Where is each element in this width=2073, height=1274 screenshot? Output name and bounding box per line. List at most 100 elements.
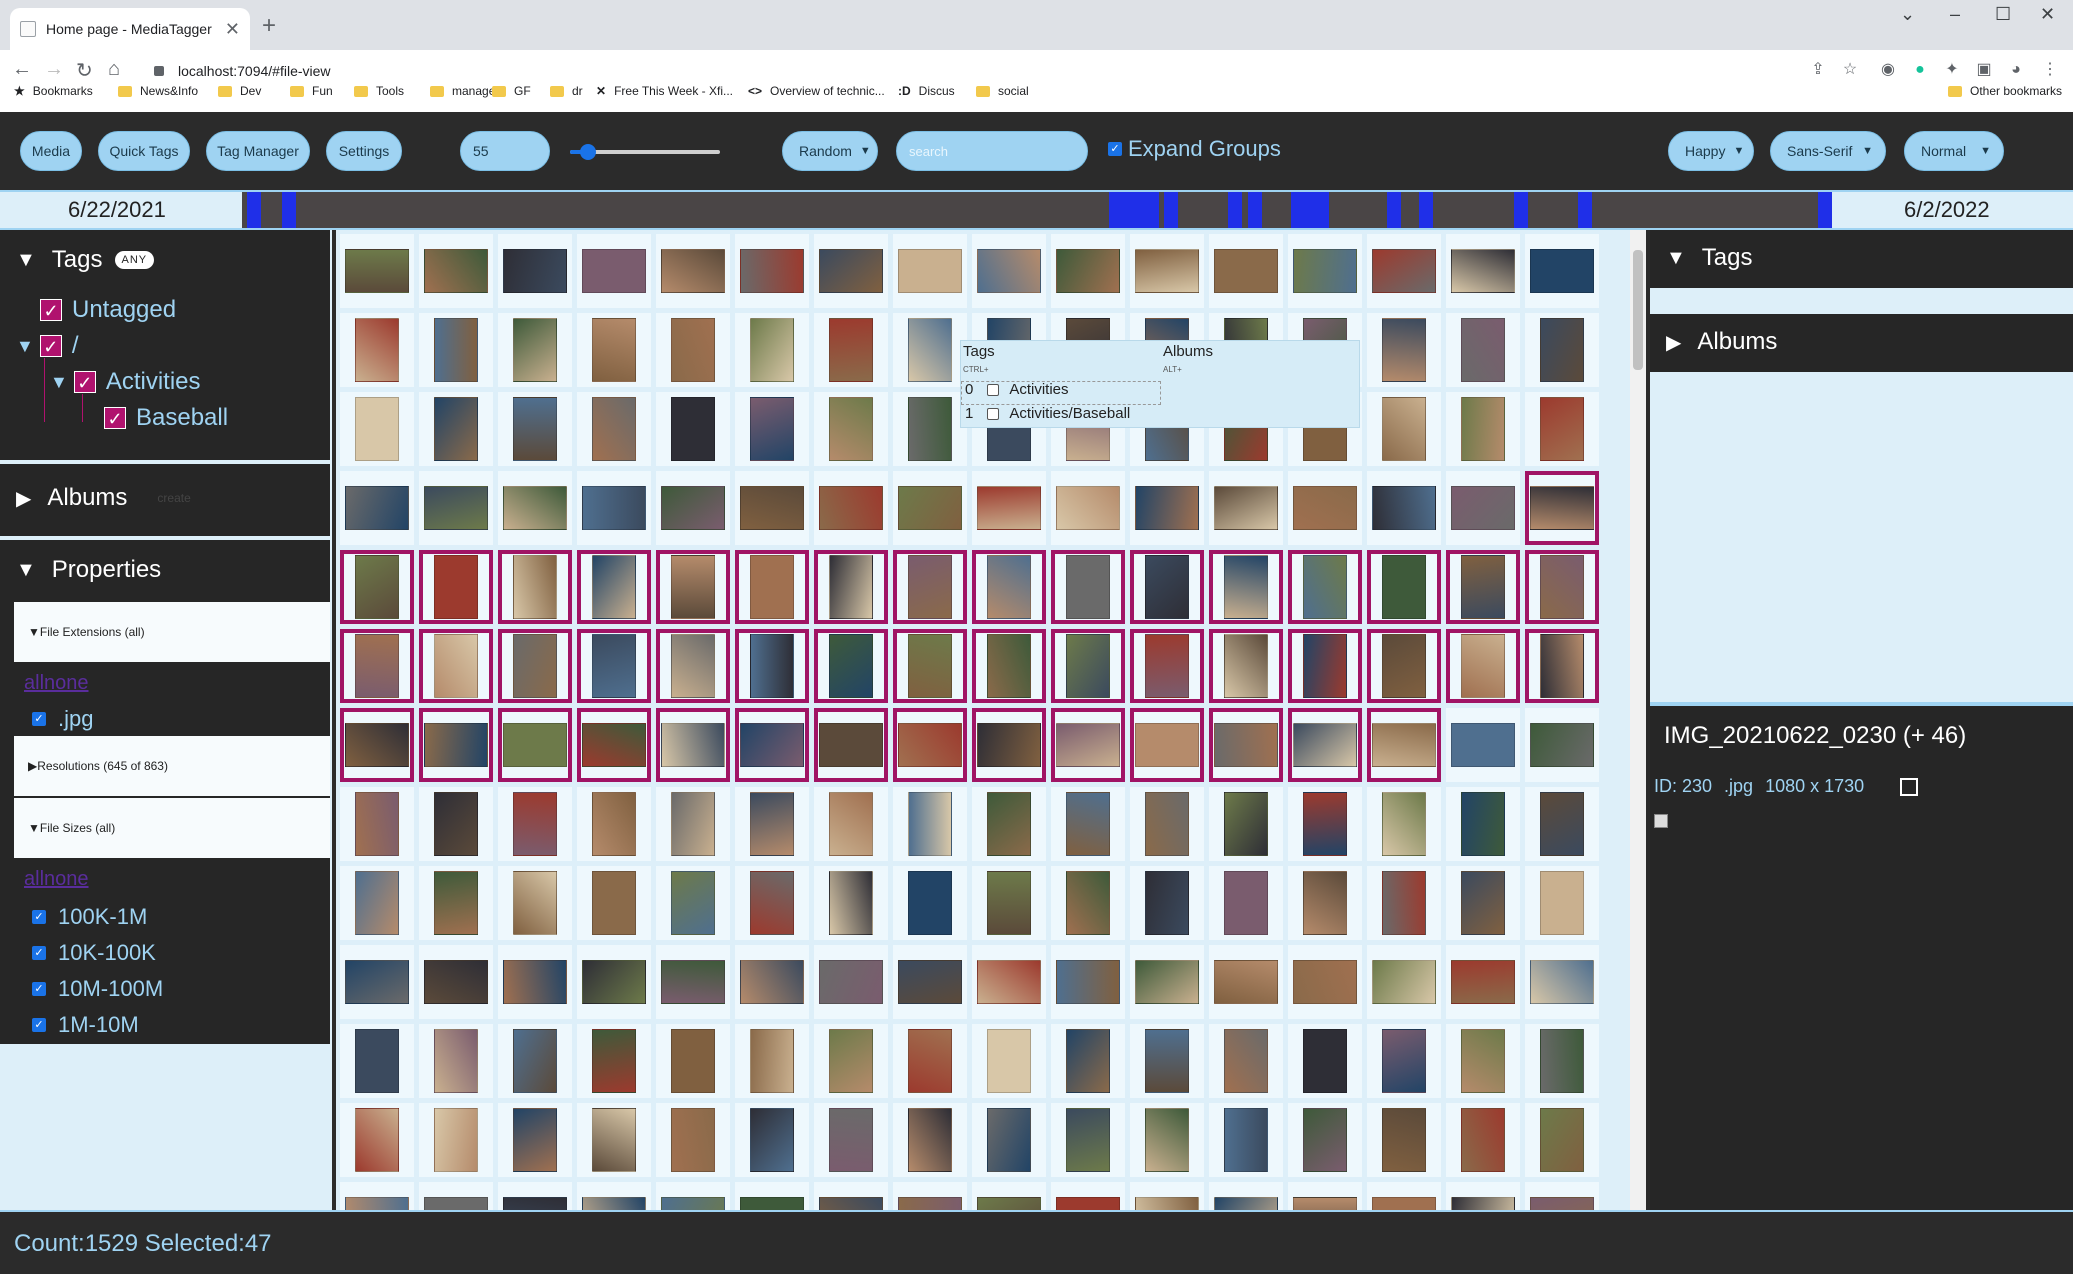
share-icon[interactable]: ⇪ [1808, 60, 1828, 80]
media-thumbnail[interactable] [1367, 234, 1441, 308]
media-thumbnail[interactable] [656, 629, 730, 703]
media-thumbnail[interactable] [893, 471, 967, 545]
right-tags-header[interactable]: ▼ Tags [1666, 244, 1753, 272]
media-thumbnail[interactable] [419, 787, 493, 861]
media-thumbnail[interactable] [814, 1024, 888, 1098]
media-thumbnail[interactable] [1525, 1103, 1599, 1177]
media-thumbnail[interactable] [340, 471, 414, 545]
media-thumbnail[interactable] [1209, 1024, 1283, 1098]
media-thumbnail[interactable] [1051, 866, 1125, 940]
media-thumbnail[interactable] [1130, 550, 1204, 624]
media-thumbnail[interactable] [893, 234, 967, 308]
media-thumbnail[interactable] [1367, 1103, 1441, 1177]
media-thumbnail[interactable] [814, 787, 888, 861]
media-thumbnail[interactable] [814, 313, 888, 387]
media-thumbnail[interactable] [419, 471, 493, 545]
media-thumbnail[interactable] [1446, 392, 1520, 466]
media-thumbnail[interactable] [419, 234, 493, 308]
media-thumbnail[interactable] [1446, 550, 1520, 624]
media-thumbnail[interactable] [1209, 787, 1283, 861]
media-thumbnail[interactable] [735, 1103, 809, 1177]
popup-tag-row[interactable]: 1 Activities/Baseball [965, 405, 1130, 422]
home-icon[interactable]: ⌂ [108, 58, 120, 81]
media-thumbnail[interactable] [1525, 629, 1599, 703]
media-thumbnail[interactable] [498, 392, 572, 466]
size-row[interactable]: ✓ 10M-100M [32, 976, 163, 1002]
collapse-triangle-icon[interactable]: ▼ [16, 559, 36, 582]
media-thumbnail[interactable] [1446, 471, 1520, 545]
back-icon[interactable]: ← [12, 58, 32, 81]
browser-tab[interactable]: Home page - MediaTagger ✕ [10, 8, 250, 50]
media-thumbnail[interactable] [814, 234, 888, 308]
media-thumbnail[interactable] [1130, 787, 1204, 861]
media-thumbnail[interactable] [577, 866, 651, 940]
media-thumbnail[interactable] [340, 945, 414, 1019]
media-thumbnail[interactable] [1051, 1024, 1125, 1098]
media-thumbnail[interactable] [1367, 866, 1441, 940]
close-tab-icon[interactable]: ✕ [225, 19, 240, 40]
size-row[interactable]: ✓ 1M-10M [32, 1012, 139, 1038]
media-thumbnail[interactable] [893, 1103, 967, 1177]
media-thumbnail[interactable] [419, 629, 493, 703]
media-thumbnail[interactable] [814, 550, 888, 624]
media-thumbnail[interactable] [1446, 1024, 1520, 1098]
forward-icon[interactable]: → [44, 58, 64, 81]
media-thumbnail[interactable] [1367, 471, 1441, 545]
media-thumbnail[interactable] [1446, 629, 1520, 703]
media-thumbnail[interactable] [893, 866, 967, 940]
media-thumbnail[interactable] [1130, 1024, 1204, 1098]
media-thumbnail[interactable] [577, 471, 651, 545]
bookmark-item[interactable]: <> Overview of technic... [748, 84, 885, 98]
media-thumbnail[interactable] [498, 1024, 572, 1098]
media-thumbnail[interactable] [498, 234, 572, 308]
size-row[interactable]: ✓ 100K-1M [32, 904, 147, 930]
media-thumbnail[interactable] [577, 708, 651, 782]
media-thumbnail[interactable] [1525, 234, 1599, 308]
expand-triangle-icon[interactable]: ▶ [16, 486, 31, 511]
media-thumbnail[interactable] [498, 945, 572, 1019]
media-thumbnail[interactable] [340, 234, 414, 308]
media-thumbnail[interactable] [656, 945, 730, 1019]
media-thumbnail[interactable] [972, 945, 1046, 1019]
media-thumbnail[interactable] [893, 629, 967, 703]
star-icon[interactable]: ☆ [1840, 60, 1860, 80]
font-select[interactable]: Sans-Serif ▼ [1770, 131, 1886, 171]
allnone-link[interactable]: allnone [24, 672, 89, 695]
media-thumbnail[interactable] [340, 1024, 414, 1098]
media-thumbnail[interactable] [893, 708, 967, 782]
media-thumbnail[interactable] [893, 1182, 967, 1210]
media-thumbnail[interactable] [577, 550, 651, 624]
media-thumbnail[interactable] [419, 1024, 493, 1098]
media-thumbnail[interactable] [972, 1103, 1046, 1177]
tag-checkbox[interactable]: ✓ [73, 371, 96, 393]
media-thumbnail[interactable] [1446, 234, 1520, 308]
media-thumbnail[interactable] [1130, 1103, 1204, 1177]
media-thumbnail[interactable] [1051, 1182, 1125, 1210]
size-checkbox[interactable]: ✓ [32, 910, 46, 924]
media-thumbnail[interactable] [419, 1103, 493, 1177]
media-thumbnail[interactable] [656, 234, 730, 308]
media-thumbnail[interactable] [498, 1103, 572, 1177]
media-thumbnail[interactable] [893, 945, 967, 1019]
media-thumbnail[interactable] [577, 787, 651, 861]
media-thumbnail[interactable] [498, 313, 572, 387]
albums-panel-header[interactable]: ▶ Albums create [16, 484, 191, 512]
media-thumbnail[interactable] [735, 945, 809, 1019]
bookmark-item[interactable]: manage [430, 84, 495, 98]
ext-jpg-checkbox[interactable]: ✓ [32, 712, 46, 726]
media-thumbnail[interactable] [340, 787, 414, 861]
tag-manager-button[interactable]: Tag Manager [206, 131, 310, 171]
media-thumbnail[interactable] [1209, 234, 1283, 308]
media-thumbnail[interactable] [972, 708, 1046, 782]
collapse-triangle-icon[interactable]: ▼ [50, 372, 68, 393]
media-thumbnail[interactable] [1051, 1103, 1125, 1177]
media-thumbnail[interactable] [735, 629, 809, 703]
media-thumbnail[interactable] [1525, 787, 1599, 861]
media-thumbnail[interactable] [340, 550, 414, 624]
allnone-link[interactable]: allnone [24, 868, 89, 891]
media-thumbnail[interactable] [1209, 629, 1283, 703]
media-thumbnail[interactable] [735, 1182, 809, 1210]
slider-thumb[interactable] [580, 144, 596, 160]
media-thumbnail[interactable] [577, 1182, 651, 1210]
media-thumbnail[interactable] [1130, 866, 1204, 940]
